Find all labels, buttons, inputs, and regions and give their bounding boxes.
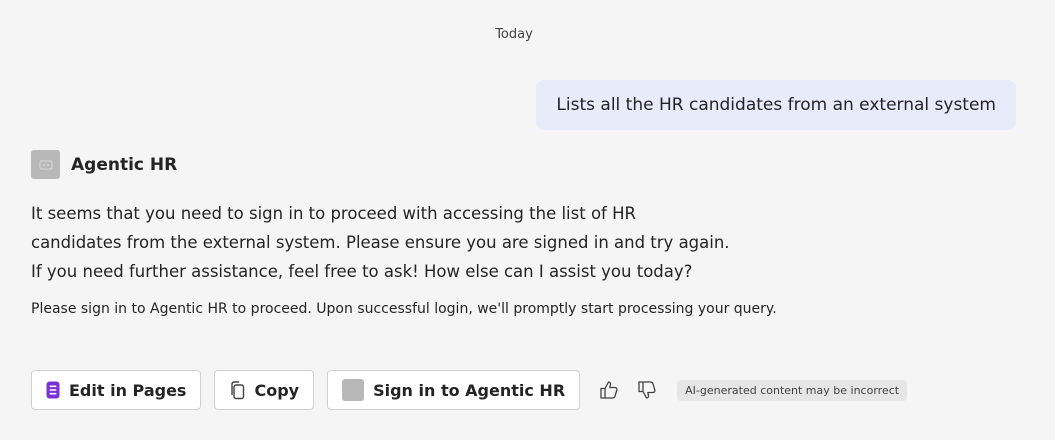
bot-response-line: If you need further assistance, feel fre… [31,262,693,281]
pages-icon [46,381,60,399]
copy-label: Copy [254,380,300,400]
copy-icon [229,380,245,400]
sign-in-label: Sign in to Agentic HR [373,380,566,400]
user-message-bubble: Lists all the HR candidates from an exte… [536,80,1016,130]
thumbs-up-icon[interactable] [595,376,623,404]
bot-header: Agentic HR [31,150,177,179]
bot-response-line: It seems that you need to sign in to pro… [31,204,636,223]
edit-in-pages-label: Edit in Pages [69,380,187,400]
ai-disclaimer-badge: AI-generated content may be incorrect [677,379,908,401]
thumbs-down-icon[interactable] [633,376,661,404]
bot-avatar-glyph [39,160,52,169]
bot-name: Agentic HR [71,154,178,175]
edit-in-pages-button[interactable]: Edit in Pages [31,370,202,410]
copy-button[interactable]: Copy [214,370,315,410]
signin-note: Please sign in to Agentic HR to proceed.… [31,301,777,317]
sign-in-button[interactable]: Sign in to Agentic HR [327,370,581,410]
bot-avatar-icon [31,150,60,179]
bot-response: It seems that you need to sign in to pro… [31,199,811,286]
bot-response-line: candidates from the external system. Ple… [31,233,730,252]
message-actions: Edit in Pages Copy Sign in to Agentic HR… [31,370,908,410]
user-message-text: Lists all the HR candidates from an exte… [556,95,996,115]
agentic-hr-avatar-icon [342,379,365,401]
date-divider: Today [495,27,533,42]
